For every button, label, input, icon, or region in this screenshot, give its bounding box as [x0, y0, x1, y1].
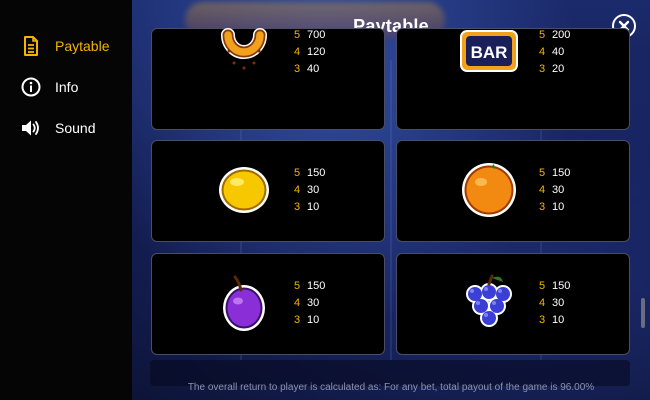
payout-amount: 30 [307, 184, 320, 196]
payout-amount: 30 [307, 297, 320, 309]
payout-count: 4 [539, 184, 546, 196]
payout-row: 3 20 [539, 61, 570, 78]
payout-row: 5 200 [539, 27, 570, 44]
payout-count: 5 [539, 29, 546, 41]
speaker-icon [20, 117, 42, 139]
lemon-icon [219, 167, 269, 213]
bar-icon: BAR [460, 30, 518, 72]
payout-count: 5 [294, 167, 301, 179]
payout-row: 3 40 [294, 61, 325, 78]
payout-row: 4 30 [294, 182, 325, 199]
payout-row: 4 30 [294, 295, 325, 312]
paytable-card-orange: 5 150 4 30 3 10 [396, 140, 630, 242]
document-icon [20, 35, 42, 57]
payout-count: 3 [294, 63, 301, 75]
payout-amount: 700 [307, 29, 326, 41]
payout-count: 3 [539, 63, 546, 75]
payout-count: 5 [539, 280, 546, 292]
payout-row: 4 120 [294, 44, 325, 61]
sidebar-item-sound[interactable]: Sound [0, 111, 132, 145]
payout-row: 5 150 [539, 165, 570, 182]
orange-icon [462, 163, 516, 217]
paytable-card-grapes: 5 150 4 30 3 10 [396, 253, 630, 355]
payout-row: 4 30 [539, 295, 570, 312]
payout-list: 5 200 4 40 3 20 [539, 27, 570, 78]
payout-row: 5 700 [294, 27, 325, 44]
horseshoe-icon [221, 28, 267, 70]
payout-row: 4 40 [539, 44, 570, 61]
payout-list: 5 150 4 30 3 10 [294, 165, 325, 216]
payout-count: 5 [294, 280, 301, 292]
sidebar-item-label: Paytable [55, 38, 110, 54]
grapes-icon [466, 274, 512, 327]
sidebar-item-label: Info [55, 79, 79, 95]
payout-row: 5 150 [294, 278, 325, 295]
payout-count: 4 [294, 46, 301, 58]
payout-list: 5 150 4 30 3 10 [294, 278, 325, 329]
payout-amount: 10 [552, 201, 565, 213]
sidebar-item-paytable[interactable]: Paytable [0, 29, 132, 63]
payout-amount: 40 [552, 46, 565, 58]
sidebar: Paytable Info Sound [0, 0, 132, 400]
payout-list: 5 150 4 30 3 10 [539, 278, 570, 329]
payout-amount: 150 [552, 280, 571, 292]
payout-amount: 120 [307, 46, 326, 58]
payout-row: 5 150 [294, 165, 325, 182]
payout-amount: 30 [552, 297, 565, 309]
plum-icon [223, 275, 265, 331]
paytable-card-horseshoe: 5 700 4 120 3 40 [151, 28, 385, 130]
sidebar-item-label: Sound [55, 120, 96, 136]
payout-amount: 10 [307, 314, 320, 326]
paytable-card-bar: BAR 5 200 4 40 3 20 [396, 28, 630, 130]
payout-amount: 150 [307, 167, 326, 179]
payout-count: 3 [294, 201, 301, 213]
payout-row: 4 30 [539, 182, 570, 199]
payout-row: 3 10 [294, 199, 325, 216]
scrollbar-thumb[interactable] [641, 298, 645, 328]
payout-count: 4 [294, 184, 301, 196]
rtp-footer-text: The overall return to player is calculat… [187, 382, 595, 393]
payout-count: 5 [539, 167, 546, 179]
payout-amount: 10 [552, 314, 565, 326]
background-reel-line [390, 60, 392, 360]
payout-count: 3 [539, 201, 546, 213]
paytable-card-lemon: 5 150 4 30 3 10 [151, 140, 385, 242]
payout-amount: 150 [552, 167, 571, 179]
payout-count: 3 [294, 314, 301, 326]
paytable-card-plum: 5 150 4 30 3 10 [151, 253, 385, 355]
payout-amount: 150 [307, 280, 326, 292]
payout-count: 4 [539, 297, 546, 309]
payout-count: 4 [294, 297, 301, 309]
payout-list: 5 700 4 120 3 40 [294, 27, 325, 78]
payout-count: 3 [539, 314, 546, 326]
sidebar-item-info[interactable]: Info [0, 70, 132, 104]
payout-amount: 200 [552, 29, 571, 41]
info-icon [20, 76, 42, 98]
payout-count: 5 [294, 29, 301, 41]
payout-amount: 40 [307, 63, 320, 75]
payout-row: 5 150 [539, 278, 570, 295]
payout-row: 3 10 [539, 199, 570, 216]
payout-amount: 20 [552, 63, 565, 75]
payout-count: 4 [539, 46, 546, 58]
payout-amount: 30 [552, 184, 565, 196]
payout-row: 3 10 [539, 312, 570, 329]
payout-row: 3 10 [294, 312, 325, 329]
payout-list: 5 150 4 30 3 10 [539, 165, 570, 216]
bar-label: BAR [471, 43, 508, 62]
payout-amount: 10 [307, 201, 320, 213]
